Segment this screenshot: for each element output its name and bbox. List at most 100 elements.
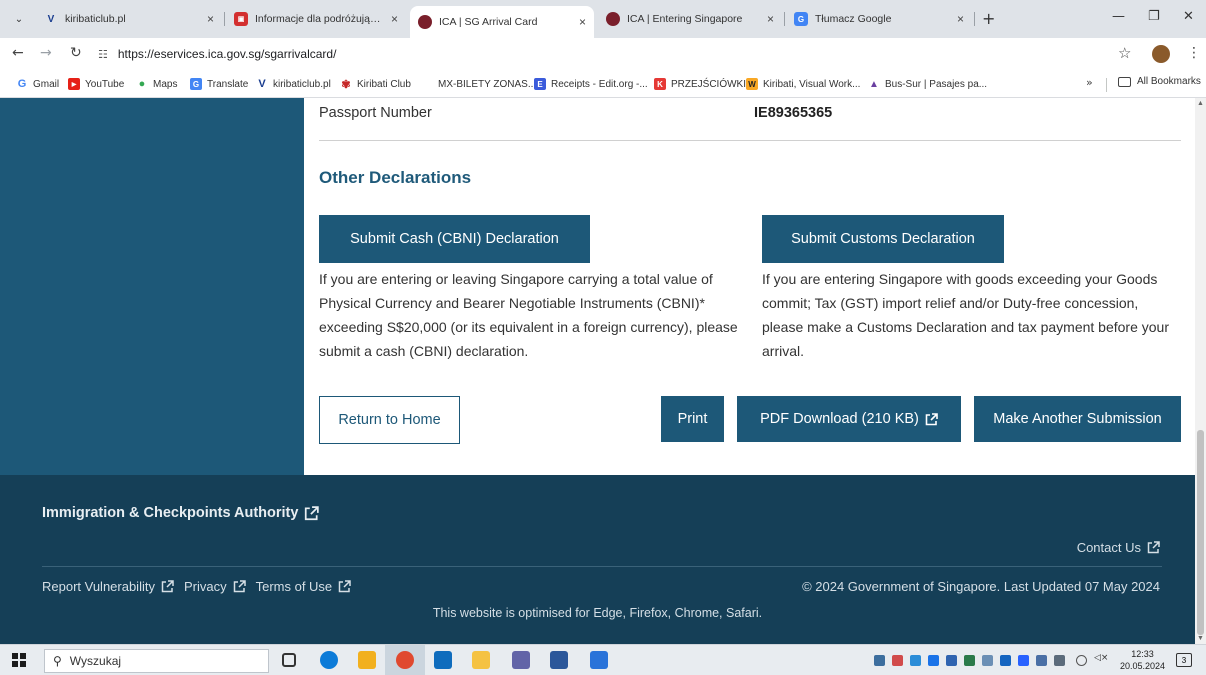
edge-browser-icon[interactable] <box>320 651 338 669</box>
task-view-icon[interactable] <box>282 653 296 667</box>
visual-work-icon: W <box>746 78 758 90</box>
tab-title: kiribaticlub.pl <box>65 13 126 25</box>
tab-title: ICA | Entering Singapore <box>627 13 743 25</box>
tab-entering-singapore[interactable]: ICA | Entering Singapore × <box>598 6 782 32</box>
tray-app-icon[interactable] <box>1000 655 1011 666</box>
browser-menu-icon[interactable]: ⋮ <box>1187 45 1201 61</box>
youtube-icon: ▶ <box>68 78 80 90</box>
tab-close-icon[interactable]: × <box>767 12 774 26</box>
bookmark-kiribati-club[interactable]: ✾ Kiribati Club <box>340 76 411 92</box>
external-link-icon <box>925 412 938 426</box>
teams-icon[interactable] <box>512 651 530 669</box>
windows-start-icon[interactable] <box>12 653 26 667</box>
passport-number-value: IE89365365 <box>754 105 833 121</box>
tray-app-icon[interactable] <box>1018 655 1029 666</box>
tray-app-icon[interactable] <box>982 655 993 666</box>
site-info-icon[interactable]: ☷ <box>98 48 108 61</box>
chrome-browser-icon[interactable] <box>396 651 414 669</box>
browser-tab-strip: ⌄ V kiribaticlub.pl × ▣ Informacje dla p… <box>0 0 1206 38</box>
tab-close-icon[interactable]: × <box>207 12 214 26</box>
minimize-icon[interactable]: — <box>1112 9 1125 24</box>
bookmark-kiribaticlub[interactable]: V kiribaticlub.pl <box>256 76 330 92</box>
reload-icon[interactable]: ↻ <box>70 45 82 61</box>
battery-icon[interactable] <box>1054 655 1065 666</box>
file-explorer-icon[interactable] <box>472 651 490 669</box>
tab-google-translate[interactable]: G Tłumacz Google × <box>786 6 972 32</box>
word-icon[interactable] <box>550 651 568 669</box>
contact-us-link[interactable]: Contact Us <box>1077 540 1160 555</box>
taskbar-search-box[interactable]: ⚲ Wyszukaj <box>44 649 269 673</box>
make-another-submission-button[interactable]: Make Another Submission <box>974 396 1181 442</box>
ica-authority-link[interactable]: Immigration & Checkpoints Authority <box>42 505 320 521</box>
bookmark-bus-sur[interactable]: ▲ Bus-Sur | Pasajes pa... <box>868 76 987 92</box>
store-icon[interactable] <box>358 651 376 669</box>
forward-arrow-icon[interactable]: → <box>40 45 52 61</box>
profile-avatar-icon[interactable] <box>1152 45 1170 63</box>
submit-customs-declaration-button[interactable]: Submit Customs Declaration <box>762 215 1004 263</box>
bookmark-gmail[interactable]: G Gmail <box>16 76 59 92</box>
bookmark-kiribati-visual[interactable]: W Kiribati, Visual Work... <box>746 76 860 92</box>
speaker-muted-icon[interactable]: ◁× <box>1094 653 1108 664</box>
scroll-down-arrow-icon[interactable]: ▼ <box>1197 635 1204 642</box>
tab-title: Tłumacz Google <box>815 13 892 25</box>
window-close-icon[interactable]: ✕ <box>1183 9 1194 24</box>
scroll-up-arrow-icon[interactable]: ▲ <box>1197 100 1204 107</box>
tab-search-chevron-icon[interactable]: ⌄ <box>8 8 30 30</box>
tray-app-icon[interactable] <box>910 655 921 666</box>
bookmark-receipts[interactable]: E Receipts - Edit.org -... <box>534 76 648 92</box>
url-text[interactable]: https://eservices.ica.gov.sg/sgarrivalca… <box>118 47 337 61</box>
notification-center-icon[interactable]: 3 <box>1176 653 1192 667</box>
wifi-icon[interactable] <box>1076 655 1087 666</box>
ica-favicon-icon <box>606 12 620 26</box>
editorg-icon: E <box>534 78 546 90</box>
return-to-home-button[interactable]: Return to Home <box>319 396 460 444</box>
tab-close-icon[interactable]: × <box>391 12 398 26</box>
search-placeholder: Wyszukaj <box>69 654 122 668</box>
new-tab-button[interactable]: + <box>982 9 995 28</box>
clock-date: 20.05.2024 <box>1120 661 1166 671</box>
outlook-icon[interactable] <box>434 651 452 669</box>
web-page: Passport Number IE89365365 Other Declara… <box>0 98 1195 644</box>
external-link-icon <box>338 580 351 593</box>
tab-close-icon[interactable]: × <box>579 15 586 29</box>
report-vulnerability-link[interactable]: Report Vulnerability <box>42 579 174 594</box>
tab-informacje[interactable]: ▣ Informacje dla podróżujących × <box>226 6 406 32</box>
tab-title: ICA | SG Arrival Card <box>439 16 538 28</box>
print-button[interactable]: Print <box>661 396 724 442</box>
copyright-text: © 2024 Government of Singapore. Last Upd… <box>802 579 1160 594</box>
taskbar-clock[interactable]: 12:33 20.05.2024 <box>1120 648 1165 672</box>
bookmark-przejsciowki[interactable]: K PRZEJŚCIÓWKI <box>654 76 746 92</box>
tray-app-icon[interactable] <box>892 655 903 666</box>
tab-close-icon[interactable]: × <box>957 12 964 26</box>
more-bookmarks-chevron-icon[interactable]: » <box>1086 76 1093 89</box>
tray-app-icon[interactable] <box>1036 655 1047 666</box>
tab-kiribaticlub[interactable]: V kiribaticlub.pl × <box>36 6 222 32</box>
translate-icon: G <box>190 78 202 90</box>
submit-cbni-declaration-button[interactable]: Submit Cash (CBNI) Declaration <box>319 215 590 263</box>
all-bookmarks-button[interactable]: All Bookmarks <box>1118 76 1201 87</box>
tray-app-icon[interactable] <box>928 655 939 666</box>
tab-sg-arrival-card[interactable]: ICA | SG Arrival Card × <box>410 6 594 38</box>
terms-of-use-link[interactable]: Terms of Use <box>256 579 352 594</box>
tray-app-icon[interactable] <box>964 655 975 666</box>
bluetooth-icon[interactable] <box>946 655 957 666</box>
page-scrollbar[interactable]: ▲ ▼ <box>1195 98 1206 644</box>
kiribati-club-icon: ✾ <box>341 78 351 91</box>
bookmark-star-icon[interactable]: ☆ <box>1118 44 1131 62</box>
bookmark-youtube[interactable]: ▶ YouTube <box>68 76 124 92</box>
bookmark-maps[interactable]: ● Maps <box>136 76 178 92</box>
pdf-download-button[interactable]: PDF Download (210 KB) <box>737 396 961 442</box>
address-bar[interactable]: ☷ https://eservices.ica.gov.sg/sgarrival… <box>98 42 1098 66</box>
site-footer: Immigration & Checkpoints Authority Cont… <box>0 475 1195 644</box>
tray-network-app-icon[interactable] <box>874 655 885 666</box>
back-arrow-icon[interactable]: ← <box>12 45 24 61</box>
windows-taskbar: ⚲ Wyszukaj ◁× 12:33 20.05.2024 3 <box>0 644 1206 675</box>
photos-icon[interactable] <box>590 651 608 669</box>
bookmark-mx-bilety[interactable]: MX-BILETY ZONAS... <box>438 76 536 92</box>
scrollbar-thumb[interactable] <box>1197 430 1204 635</box>
privacy-link[interactable]: Privacy <box>184 579 246 594</box>
clock-time: 12:33 <box>1131 649 1154 659</box>
przejsciowki-icon: K <box>654 78 666 90</box>
bookmark-translate[interactable]: G Translate <box>190 76 248 92</box>
maximize-icon[interactable]: ❐ <box>1148 9 1160 24</box>
